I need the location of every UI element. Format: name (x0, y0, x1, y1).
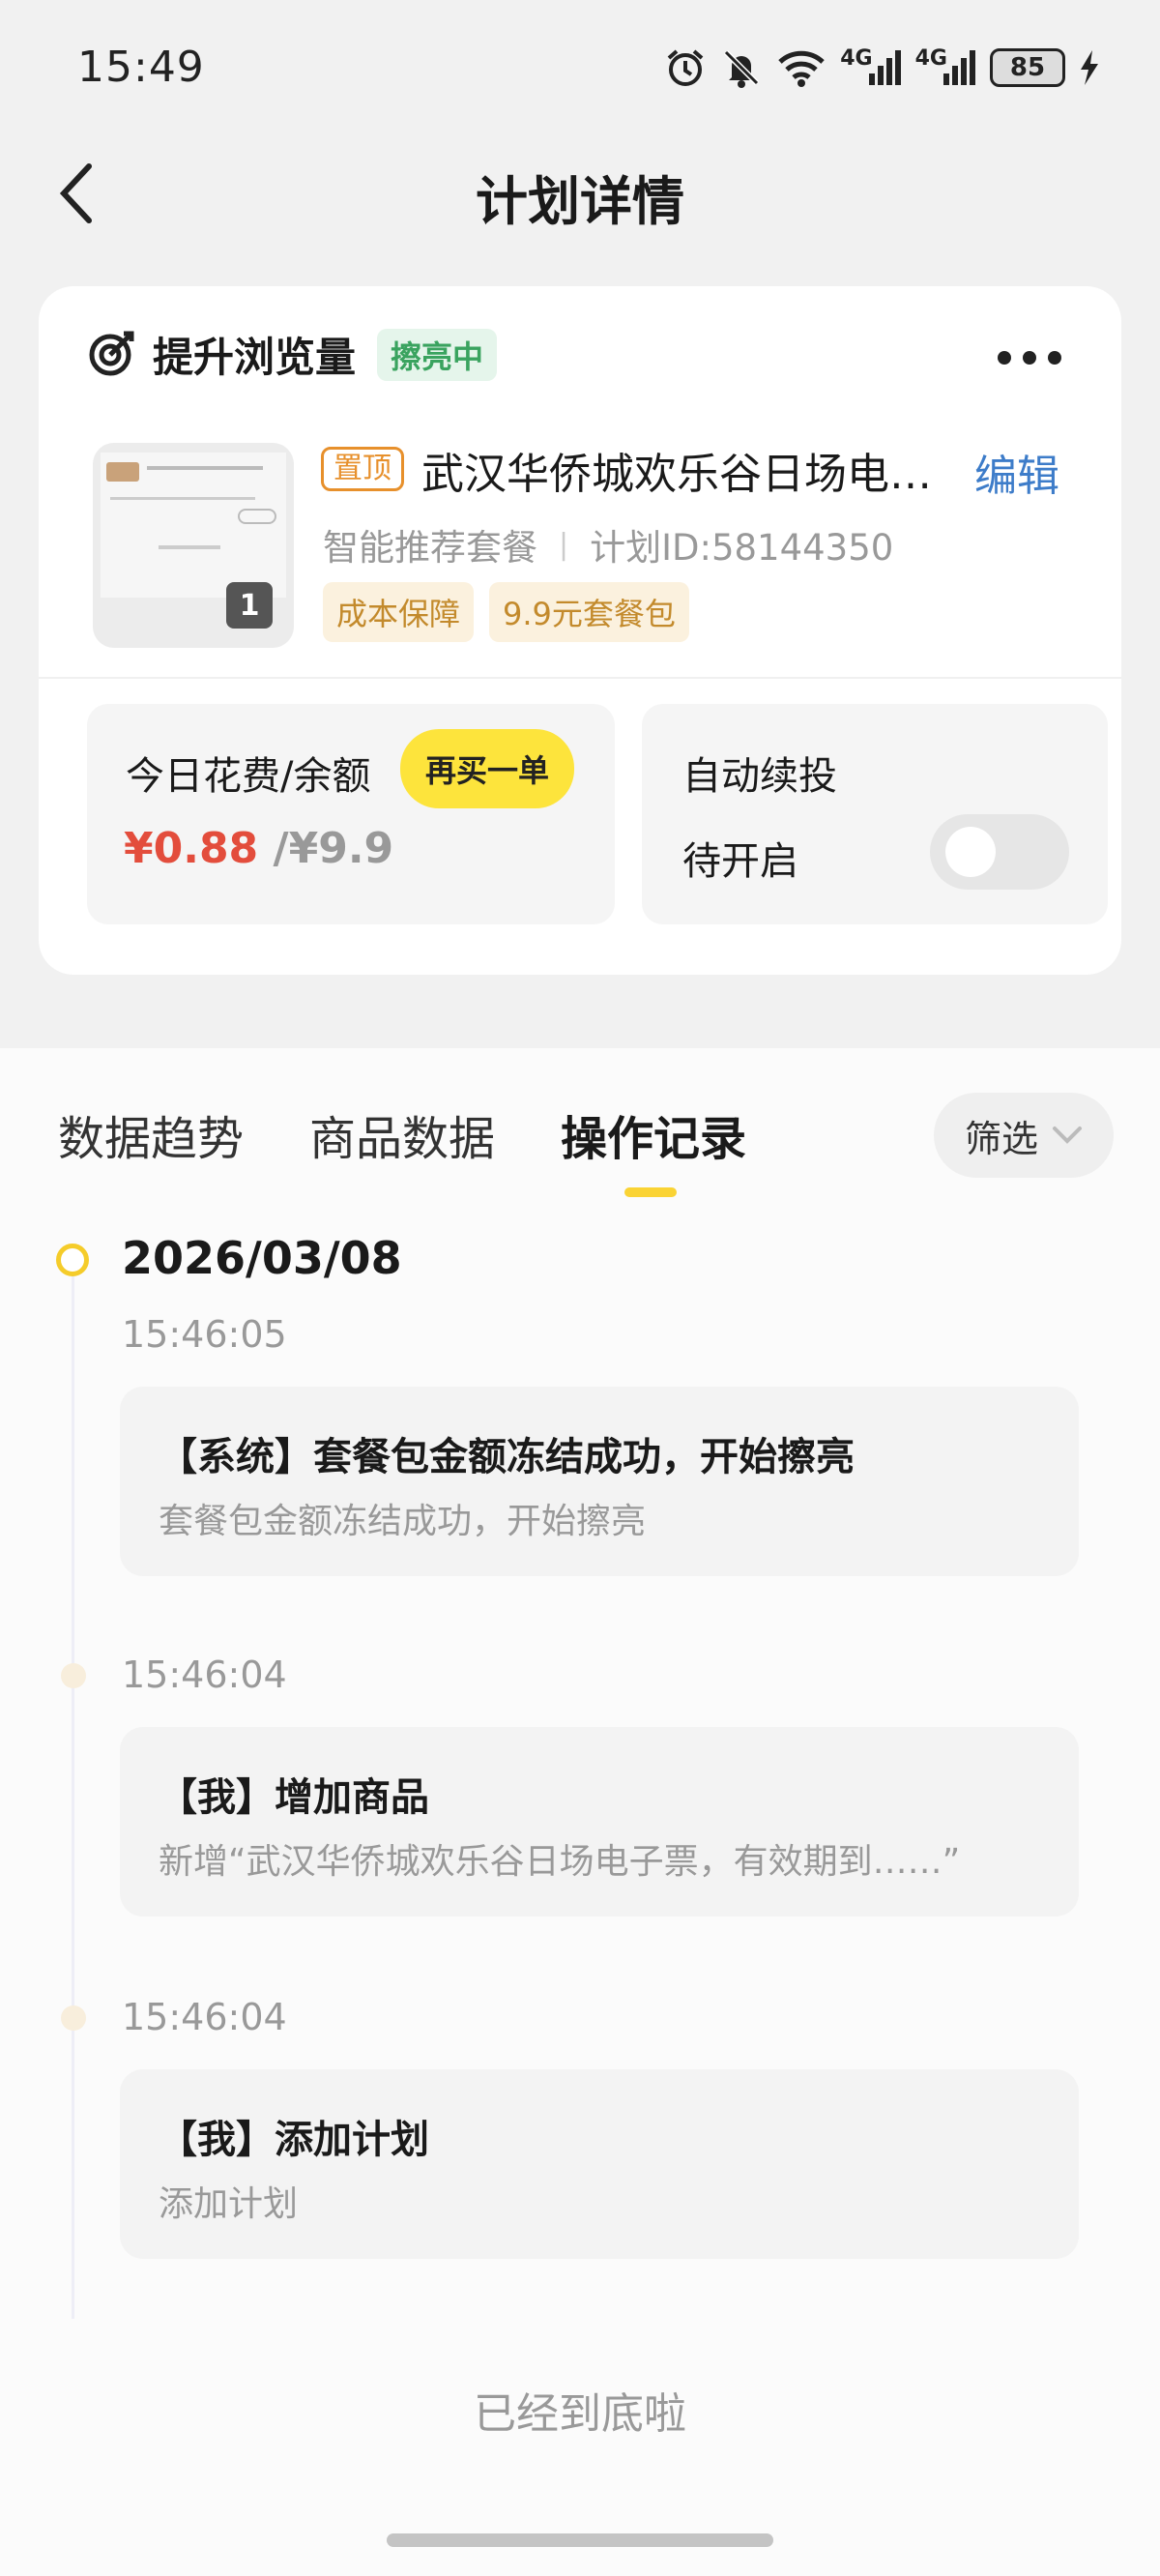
filter-label: 筛选 (964, 1117, 1038, 1160)
plan-tags: 成本保障 9.9元套餐包 (323, 582, 689, 642)
thumbnail-preview (101, 453, 286, 598)
edit-button[interactable]: 编辑 (974, 441, 1059, 503)
entry-time: 15:46:04 (122, 1654, 287, 1696)
tab-operation-log[interactable]: 操作记录 (561, 1100, 746, 1168)
thumbnail-count-badge: 1 (226, 582, 273, 629)
end-of-list-note: 已经到底啦 (474, 2389, 686, 2439)
signal-icon-1: 4G (840, 46, 901, 87)
balance-amount: /¥9.9 (273, 824, 394, 873)
auto-renew-toggle[interactable] (930, 814, 1069, 890)
entry-description: 添加计划 (159, 2184, 299, 2224)
page-title: 计划详情 (476, 171, 684, 232)
product-title: 武汉华侨城欢乐谷日场电子票，有效期到…… (421, 450, 943, 499)
mute-icon (720, 46, 763, 89)
filter-button[interactable]: 筛选 (934, 1093, 1114, 1178)
entry-time: 15:46:05 (122, 1313, 287, 1356)
tab-data-trend[interactable]: 数据趋势 (58, 1100, 244, 1168)
target-icon (87, 328, 137, 382)
timeline-date: 2026/03/08 (122, 1232, 402, 1284)
status-time: 15:49 (77, 43, 205, 92)
charging-icon (1079, 48, 1100, 87)
chevron-down-icon (1053, 1127, 1082, 1144)
entry-time: 15:46:04 (122, 1996, 287, 2038)
more-dots-icon (998, 351, 1061, 365)
home-indicator[interactable] (387, 2533, 773, 2547)
plan-meta: 智能推荐套餐 | 计划ID:58144350 (323, 518, 893, 571)
timeline-dot-active (56, 1244, 89, 1276)
wifi-icon (776, 46, 826, 89)
entry-title: 【我】添加计划 (159, 2118, 429, 2162)
meta-divider: | (559, 527, 569, 562)
package-name: 智能推荐套餐 (323, 527, 537, 569)
log-entry: 【系统】套餐包金额冻结成功，开始擦亮 套餐包金额冻结成功，开始擦亮 (120, 1387, 1079, 1576)
more-options-button[interactable] (996, 327, 1063, 375)
alarm-icon (664, 46, 707, 89)
auto-renew-label: 自动续投 (682, 754, 837, 799)
battery-indicator: 85 (990, 48, 1065, 87)
timeline-dot (61, 1663, 86, 1688)
tab-product-data[interactable]: 商品数据 (309, 1100, 495, 1168)
spent-amount: ¥0.88 (124, 824, 259, 873)
status-badge: 擦亮中 (377, 328, 498, 381)
plan-type-title: 提升浏览量 (153, 334, 357, 381)
entry-title: 【系统】套餐包金额冻结成功，开始擦亮 (159, 1435, 855, 1479)
log-entry: 【我】增加商品 新增“武汉华侨城欢乐谷日场电子票，有效期到……” (120, 1727, 1079, 1917)
entry-title: 【我】增加商品 (159, 1775, 429, 1820)
toggle-knob (945, 827, 996, 877)
product-thumbnail[interactable]: 1 (93, 443, 294, 648)
buy-again-button[interactable]: 再买一单 (400, 729, 575, 808)
spend-values: ¥0.88 /¥9.9 (124, 824, 393, 873)
tag-cost-guarantee: 成本保障 (323, 582, 475, 642)
entry-description: 新增“武汉华侨城欢乐谷日场电子票，有效期到……” (159, 1842, 961, 1882)
spend-label: 今日花费/余额 (126, 754, 371, 799)
plan-header: 提升浏览量 擦亮中 (87, 325, 498, 384)
log-entry: 【我】添加计划 添加计划 (120, 2069, 1079, 2259)
active-tab-indicator (624, 1187, 677, 1197)
tab-bar: 数据趋势 商品数据 操作记录 (58, 1100, 746, 1168)
card-divider (39, 677, 1121, 679)
timeline-line (72, 1274, 74, 2319)
auto-renew-status: 待开启 (682, 839, 798, 884)
plan-id: 计划ID:58144350 (590, 527, 894, 569)
tag-package: 9.9元套餐包 (489, 582, 689, 642)
status-icons: 4G 4G 85 (664, 46, 1100, 89)
pinned-tag: 置顶 (321, 447, 404, 491)
signal-icon-2: 4G (915, 46, 976, 87)
timeline-dot (61, 2005, 86, 2031)
entry-description: 套餐包金额冻结成功，开始擦亮 (159, 1502, 647, 1541)
